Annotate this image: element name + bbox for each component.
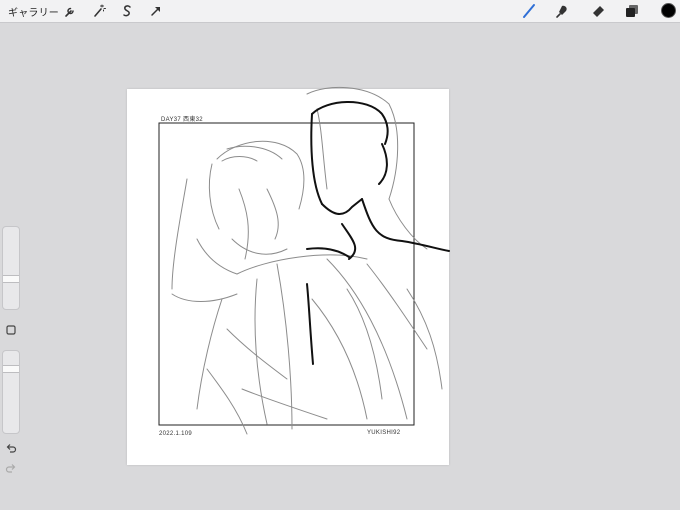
brush-size-slider[interactable] — [2, 226, 20, 310]
smudge-icon[interactable] — [555, 3, 571, 19]
redo-button[interactable] — [5, 462, 17, 474]
color-picker-button[interactable] — [661, 3, 676, 18]
gray-sketch-lines — [171, 86, 443, 435]
gallery-button[interactable]: ギャラリー — [8, 4, 59, 19]
brush-size-thumb[interactable] — [3, 275, 19, 283]
wrench-icon[interactable] — [62, 3, 78, 19]
ink-lines — [306, 101, 450, 365]
opacity-slider[interactable] — [2, 350, 20, 434]
undo-icon — [6, 444, 17, 453]
transform-icon[interactable] — [148, 3, 164, 19]
brush-icon[interactable] — [521, 3, 537, 19]
left-sidebar — [1, 226, 20, 480]
selection-icon[interactable] — [119, 3, 135, 19]
redo-icon — [5, 464, 16, 473]
magic-wand-icon[interactable] — [91, 3, 107, 19]
drawing-canvas[interactable]: DAY37 西東32 2022.1.109 YUKISHI92 — [127, 86, 450, 465]
layers-icon[interactable] — [624, 3, 640, 19]
eraser-icon[interactable] — [590, 3, 606, 19]
top-toolbar: ギャラリー — [0, 0, 680, 23]
panel-frame — [158, 122, 415, 426]
opacity-thumb[interactable] — [3, 365, 19, 373]
modify-button[interactable] — [5, 324, 17, 336]
sketch-artwork — [158, 86, 450, 435]
undo-button[interactable] — [5, 442, 17, 454]
square-icon — [6, 325, 16, 335]
